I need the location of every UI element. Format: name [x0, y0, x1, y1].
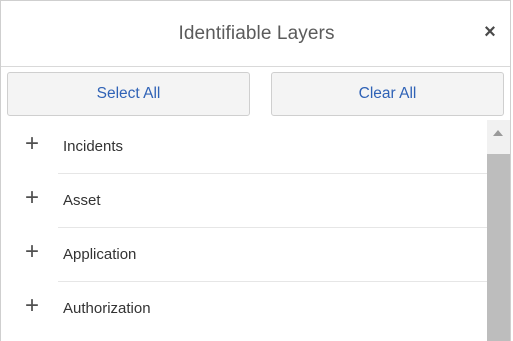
layer-item-asset[interactable]: + Asset [1, 174, 487, 228]
layer-item-application[interactable]: + Application [1, 228, 487, 282]
plus-icon[interactable]: + [22, 186, 42, 210]
layer-label: Authorization [63, 300, 151, 317]
scrollbar-thumb[interactable] [487, 154, 510, 341]
action-button-row: Select All Clear All [7, 72, 504, 116]
plus-icon[interactable]: + [22, 240, 42, 264]
layer-label: Application [63, 246, 137, 263]
layer-label: Asset [63, 192, 101, 209]
identifiable-layers-panel: Identifiable Layers × Select All Clear A… [0, 0, 511, 341]
layer-item-incidents[interactable]: + Incidents [1, 120, 487, 174]
layer-list-scrollbar[interactable] [487, 120, 510, 341]
plus-icon[interactable]: + [22, 132, 42, 156]
scroll-up-arrow-icon[interactable] [493, 130, 503, 136]
layer-list: + Incidents + Asset + Application + Auth… [1, 120, 487, 341]
select-all-button[interactable]: Select All [7, 72, 250, 116]
clear-all-button[interactable]: Clear All [271, 72, 504, 116]
plus-icon[interactable]: + [22, 294, 42, 318]
panel-header: Identifiable Layers × [1, 1, 510, 67]
layer-label: Incidents [63, 138, 124, 155]
layer-item-authorization[interactable]: + Authorization [1, 282, 487, 336]
panel-title: Identifiable Layers [178, 23, 335, 44]
close-icon[interactable]: × [478, 20, 502, 44]
